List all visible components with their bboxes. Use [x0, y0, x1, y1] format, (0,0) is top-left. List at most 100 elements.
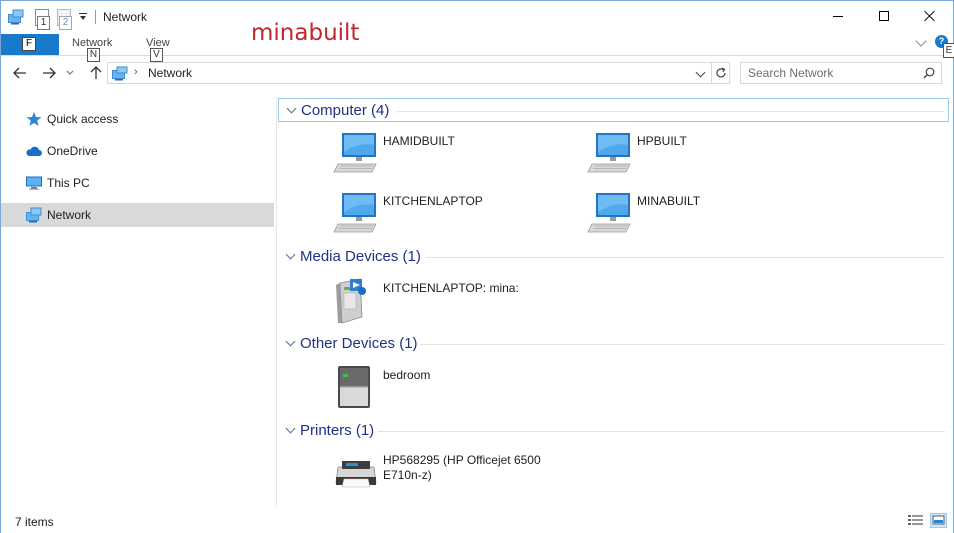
forward-button[interactable] — [38, 63, 60, 83]
back-button[interactable] — [9, 63, 31, 83]
search-box[interactable] — [740, 62, 942, 84]
sidebar-item-this-pc[interactable]: This PC — [1, 171, 274, 195]
group-header-computer[interactable]: Computer (4) — [278, 98, 949, 122]
chevron-down-icon — [66, 70, 74, 75]
keytip-n: N — [87, 48, 100, 62]
arrow-up-icon — [90, 66, 102, 79]
group-label: Other Devices (1) — [300, 335, 418, 352]
customize-toolbar-dropdown[interactable] — [79, 12, 87, 22]
cloud-icon — [25, 143, 43, 159]
keytip-2: 2 — [59, 15, 72, 30]
star-icon — [25, 111, 43, 127]
list-item-hpbuilt[interactable]: HPBUILT — [586, 130, 826, 186]
sidebar-item-onedrive[interactable]: OneDrive — [1, 139, 274, 163]
navigation-pane: Quick access OneDrive This PC Network — [1, 89, 276, 507]
group-label: Printers (1) — [300, 422, 375, 439]
item-name: MINABUILT — [637, 194, 701, 208]
group-label: Computer (4) — [301, 102, 390, 119]
group-divider — [378, 431, 945, 432]
group-divider — [420, 344, 945, 345]
close-button[interactable] — [907, 1, 953, 31]
computer-icon — [332, 130, 380, 178]
list-item-media-server[interactable]: KITCHENLAPTOP: mina: — [332, 277, 572, 333]
minimize-icon — [833, 15, 843, 17]
title-bar: 1 2 Network — [1, 1, 953, 32]
printer-icon — [332, 449, 380, 497]
group-header-printers[interactable]: Printers (1) — [278, 419, 949, 443]
network-folder-icon — [7, 9, 25, 25]
network-icon — [111, 66, 129, 81]
network-icon — [25, 207, 43, 223]
search-input[interactable] — [741, 63, 921, 83]
item-count: 7 items — [15, 515, 54, 529]
arrow-left-icon — [13, 67, 26, 79]
list-item-bedroom[interactable]: bedroom — [332, 364, 572, 420]
item-name: KITCHENLAPTOP: mina: — [383, 281, 519, 295]
up-button[interactable] — [85, 63, 107, 83]
computer-icon — [586, 130, 634, 178]
navigation-bar: › Network — [1, 57, 953, 89]
status-bar: 7 items — [1, 507, 953, 533]
media-server-icon — [332, 277, 380, 325]
address-bar[interactable]: › Network — [107, 62, 730, 84]
list-item-kitchenlaptop[interactable]: KITCHENLAPTOP — [332, 190, 572, 246]
large-icons-view-icon[interactable] — [930, 513, 947, 528]
arrow-right-icon — [43, 67, 56, 79]
computer-icon — [332, 190, 380, 238]
pane-divider[interactable] — [276, 97, 277, 507]
sidebar-item-label: Network — [47, 208, 92, 222]
item-name: KITCHENLAPTOP — [383, 194, 483, 208]
group-header-other-devices[interactable]: Other Devices (1) — [278, 332, 949, 356]
chevron-down-icon[interactable] — [285, 336, 296, 347]
sidebar-item-label: This PC — [47, 176, 90, 190]
item-name: bedroom — [383, 368, 431, 382]
item-name: HP568295 (HP Officejet 6500 E710n-z) — [383, 453, 541, 482]
maximize-button[interactable] — [861, 1, 907, 31]
refresh-button[interactable] — [711, 63, 730, 83]
keytip-v: V — [150, 48, 163, 62]
chevron-down-icon[interactable] — [286, 103, 297, 114]
item-name: HPBUILT — [637, 134, 687, 148]
sidebar-item-label: Quick access — [47, 112, 119, 126]
group-header-media-devices[interactable]: Media Devices (1) — [278, 245, 949, 269]
search-icon[interactable] — [923, 67, 935, 79]
chevron-down-icon[interactable] — [285, 423, 296, 434]
device-icon — [332, 364, 380, 412]
chevron-down-icon[interactable] — [285, 249, 296, 260]
sidebar-item-network[interactable]: Network — [1, 203, 274, 227]
group-label: Media Devices (1) — [300, 248, 421, 265]
expand-ribbon-chevron-icon[interactable] — [915, 35, 927, 47]
list-item-minabuilt[interactable]: MINABUILT — [586, 190, 826, 246]
breadcrumb-network[interactable]: Network — [148, 66, 192, 80]
window-title: Network — [103, 10, 148, 24]
keytip-f: F — [22, 37, 36, 51]
maximize-icon — [879, 11, 889, 21]
list-item-hamidbuilt[interactable]: HAMIDBUILT — [332, 130, 572, 186]
ribbon-tabs: F Network N View V minabuilt ? E — [1, 20, 954, 62]
toolbar-separator — [95, 10, 96, 24]
recent-locations-button[interactable] — [64, 63, 76, 83]
keytip-e: E — [943, 43, 954, 58]
file-tab[interactable]: F — [1, 34, 59, 55]
close-icon — [924, 10, 936, 22]
explorer-window: 1 2 Network F Network N View V minabuilt… — [0, 0, 954, 533]
keytip-1: 1 — [37, 15, 50, 30]
refresh-icon — [716, 67, 726, 78]
breadcrumb-separator: › — [134, 66, 138, 78]
sidebar-item-label: OneDrive — [47, 144, 98, 158]
address-dropdown-chevron-icon[interactable] — [695, 67, 706, 78]
details-view-icon[interactable] — [907, 514, 924, 527]
properties-button[interactable]: 1 — [35, 8, 50, 30]
minimize-button[interactable] — [815, 1, 861, 31]
monitor-icon — [25, 175, 43, 191]
content-pane: Computer (4) HAMIDBUILT HPBUILT KITCHENL… — [278, 89, 953, 507]
computer-icon — [586, 190, 634, 238]
item-name: HAMIDBUILT — [383, 134, 455, 148]
new-folder-button[interactable]: 2 — [57, 8, 72, 30]
group-divider — [397, 111, 944, 112]
watermark-text: minabuilt — [251, 20, 360, 46]
sidebar-item-quick-access[interactable]: Quick access — [1, 107, 274, 131]
list-item-printer[interactable]: HP568295 (HP Officejet 6500 E710n-z) — [332, 449, 572, 505]
quick-access-toolbar: 1 2 Network — [7, 6, 148, 30]
group-divider — [426, 257, 945, 258]
